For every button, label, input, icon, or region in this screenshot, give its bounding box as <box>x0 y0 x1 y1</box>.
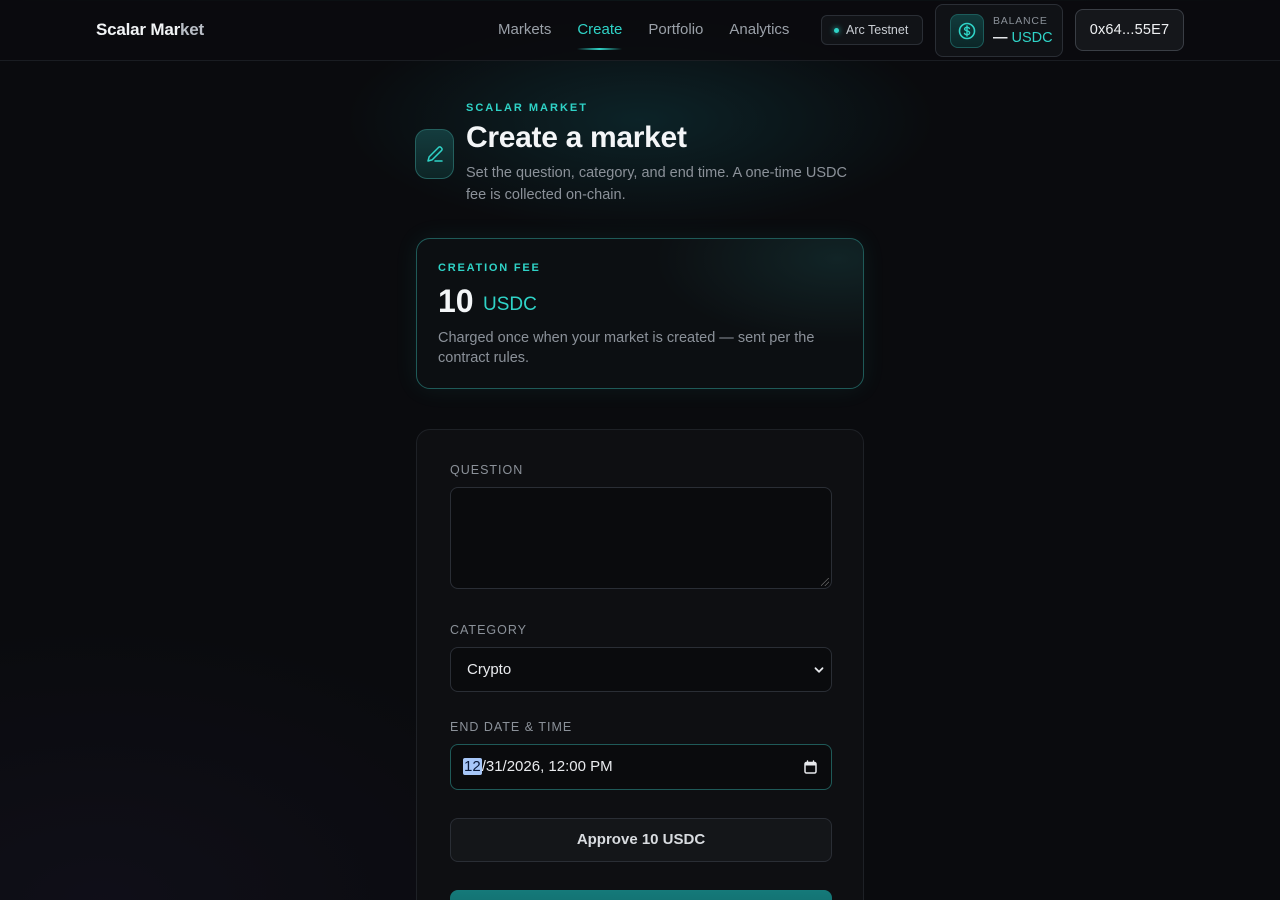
category-selected-value: Crypto <box>467 661 512 678</box>
resize-handle-icon[interactable] <box>821 578 829 586</box>
calendar-icon[interactable] <box>804 760 817 774</box>
end-datetime-input[interactable]: 12/31/2026, 12:00 PM <box>450 744 832 790</box>
category-select[interactable]: Crypto <box>450 647 832 692</box>
category-label: CATEGORY <box>450 623 527 637</box>
page-subtitle: Set the question, category, and end time… <box>466 165 847 203</box>
datetime-rest: /31/2026, 12:00 PM <box>481 758 613 775</box>
top-navbar: Scalar Market Markets Create Portfolio A… <box>0 0 1280 61</box>
network-badge[interactable]: Arc Testnet <box>821 15 923 45</box>
question-input[interactable] <box>450 487 832 589</box>
wallet-address-button[interactable]: 0x64...55E7 <box>1075 9 1184 51</box>
dollar-coin-icon <box>950 14 984 48</box>
balance-label: BALANCE <box>993 15 1048 27</box>
nav-analytics[interactable]: Analytics <box>729 0 789 61</box>
page-title: Create a market <box>466 121 687 154</box>
create-market-form: QUESTION CATEGORY Crypto END DATE & TIME… <box>416 429 864 900</box>
network-name: Arc Testnet <box>846 23 909 37</box>
app-logo[interactable]: Scalar Market <box>96 20 204 40</box>
fee-label: CREATION FEE <box>438 262 541 274</box>
network-status-dot <box>834 28 839 33</box>
creation-fee-card: CREATION FEE 10 USDC Charged once when y… <box>416 238 864 389</box>
approve-usdc-button[interactable]: Approve 10 USDC <box>450 818 832 862</box>
question-label: QUESTION <box>450 463 524 477</box>
fee-unit: USDC <box>483 294 537 315</box>
end-datetime-label: END DATE & TIME <box>450 720 573 734</box>
balance-widget: BALANCE — USDC <box>935 4 1063 57</box>
fee-amount: 10 <box>438 283 474 319</box>
nav-markets[interactable]: Markets <box>498 0 551 61</box>
fee-description: Charged once when your market is created… <box>438 330 815 366</box>
pencil-icon <box>415 129 454 179</box>
page-eyebrow: SCALAR MARKET <box>466 102 588 114</box>
datetime-month-segment[interactable]: 12 <box>463 758 482 775</box>
balance-value: — USDC <box>993 30 1053 46</box>
nav-portfolio[interactable]: Portfolio <box>648 0 703 61</box>
chevron-down-icon <box>814 667 824 673</box>
nav-create[interactable]: Create <box>577 0 623 61</box>
main-nav: Markets Create Portfolio Analytics <box>498 0 815 61</box>
create-market-button[interactable] <box>450 890 832 900</box>
